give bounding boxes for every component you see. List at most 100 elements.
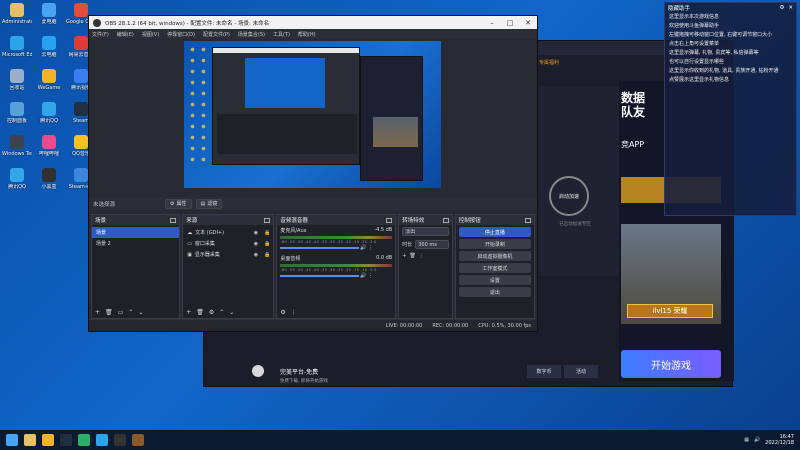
remove-icon[interactable]: 🗑: [196, 309, 204, 316]
menu-icon[interactable]: ⋮: [419, 253, 424, 259]
source-item[interactable]: ▭ 窗口采集 ◉ 🔒: [183, 238, 273, 249]
steam-icon[interactable]: [60, 434, 72, 446]
studio-mode-button[interactable]: 工作室模式: [458, 263, 531, 273]
maximize-icon[interactable]: □: [501, 19, 519, 27]
visibility-icon[interactable]: ◉: [254, 230, 258, 236]
menu-item[interactable]: 编辑(E): [117, 31, 134, 38]
settings-icon[interactable]: ⚙: [779, 5, 784, 11]
visibility-icon[interactable]: ◉: [254, 241, 258, 247]
popout-icon[interactable]: [442, 217, 449, 223]
close-icon[interactable]: ✕: [519, 19, 537, 27]
lock-icon[interactable]: 🔒: [264, 241, 270, 247]
start-game-button[interactable]: 开始游戏: [621, 350, 721, 378]
small-button[interactable]: 活动: [564, 365, 598, 378]
speed-button[interactable]: 启动加速: [549, 176, 589, 216]
menu-item[interactable]: 文件(F): [92, 31, 109, 38]
menu-item[interactable]: 配置文件(P): [203, 31, 230, 38]
desktop-icon-label: 回收站: [9, 85, 25, 91]
menu-item[interactable]: 视图(V): [142, 31, 159, 38]
wechat-icon[interactable]: [78, 434, 90, 446]
popout-icon[interactable]: [170, 217, 177, 223]
properties-button[interactable]: ⚙ 属性: [165, 198, 192, 209]
start-icon[interactable]: [6, 434, 18, 446]
up-icon[interactable]: ⌃: [128, 309, 133, 316]
menu-item[interactable]: 帮助(H): [298, 31, 316, 38]
obs-menubar: 文件(F) 编辑(E) 视图(V) 停靠窗口(D) 配置文件(P) 场景集合(S) 工具(T…: [89, 29, 537, 39]
up-icon[interactable]: ⌃: [219, 309, 224, 316]
down-icon[interactable]: ⌄: [138, 309, 143, 316]
gear-icon[interactable]: ⚙: [280, 309, 285, 316]
volume-slider[interactable]: [280, 275, 359, 277]
controls-dock-header: 控制按钮: [455, 215, 534, 225]
desktop-icon[interactable]: Microsoft Edge: [2, 36, 32, 58]
scene-item[interactable]: 场景 2: [92, 238, 179, 249]
popout-icon[interactable]: [386, 217, 393, 223]
exit-button[interactable]: 退出: [458, 287, 531, 297]
duration-input[interactable]: 300 ms: [415, 240, 449, 249]
speaker-icon[interactable]: 🔊: [360, 273, 366, 279]
clock[interactable]: 16:47 2022/12/18: [765, 434, 794, 446]
desktop-icon[interactable]: 此电脑: [34, 3, 64, 25]
add-icon[interactable]: +: [186, 309, 191, 316]
edge-icon[interactable]: [96, 434, 108, 446]
menu-icon[interactable]: ⋮: [291, 309, 297, 316]
wegame-icon[interactable]: [42, 434, 54, 446]
add-icon[interactable]: +: [402, 253, 406, 259]
transition-select[interactable]: 淡出: [402, 227, 449, 236]
menu-item[interactable]: 场景集合(S): [238, 31, 265, 38]
preview-launcher: [360, 56, 423, 181]
obs-icon[interactable]: [114, 434, 126, 446]
popout-icon[interactable]: [264, 217, 271, 223]
popout-icon[interactable]: [525, 217, 531, 223]
file-explorer-icon[interactable]: [24, 434, 36, 446]
settings-button[interactable]: 设置: [458, 275, 531, 285]
notification-message: 欢迎使用斗鱼弹幕助手: [669, 23, 720, 29]
game-promo-image[interactable]: ilvl15 荣耀: [621, 224, 721, 324]
desktop-icon[interactable]: WeGame: [34, 69, 64, 91]
gear-icon[interactable]: ⚙: [209, 309, 214, 316]
desktop-icon[interactable]: 云电脑: [34, 36, 64, 58]
minimize-icon[interactable]: –: [483, 19, 501, 27]
lock-icon[interactable]: 🔒: [264, 252, 270, 258]
menu-icon[interactable]: ⋮: [368, 273, 373, 279]
lock-icon[interactable]: 🔒: [264, 230, 270, 236]
source-item[interactable]: ☁ 文本 (GDI+) ◉ 🔒: [183, 227, 273, 238]
down-icon[interactable]: ⌄: [229, 309, 234, 316]
remove-icon[interactable]: 🗑: [409, 253, 415, 259]
visibility-icon[interactable]: ◉: [254, 252, 258, 258]
desktop-icon[interactable]: 小黑盒: [34, 168, 64, 190]
desktop-icon[interactable]: 哔哩哔哩: [34, 135, 64, 157]
game-icon[interactable]: [132, 434, 144, 446]
volume-icon[interactable]: 🔊: [754, 437, 760, 443]
config-icon[interactable]: ▭: [118, 309, 124, 316]
menu-item[interactable]: 工具(T): [273, 31, 290, 38]
desktop-icon[interactable]: 控制面板: [2, 102, 32, 124]
game-avatar: [252, 365, 264, 377]
desktop-icon-label: Windows Terminal: [2, 151, 32, 157]
scene-item[interactable]: 场景: [92, 227, 180, 238]
desktop-icon[interactable]: 回收站: [2, 69, 32, 91]
small-button[interactable]: 数字币: [527, 365, 561, 378]
menu-icon[interactable]: ⋮: [368, 245, 373, 251]
virtual-camera-button[interactable]: 启动虚拟摄像机: [458, 251, 531, 261]
desktop-icon[interactable]: 腾讯QQ: [34, 102, 64, 124]
stop-streaming-button[interactable]: 停止直播: [458, 227, 531, 237]
desktop-icon[interactable]: Administrator: [2, 3, 32, 25]
desktop-icon[interactable]: 腾讯QQ: [2, 168, 32, 190]
start-recording-button[interactable]: 开始录制: [458, 239, 531, 249]
menu-item[interactable]: 停靠窗口(D): [167, 31, 195, 38]
close-icon[interactable]: ✕: [788, 5, 793, 11]
app-icon: [42, 168, 56, 182]
source-item[interactable]: ▣ 显示器采集 ◉ 🔒: [183, 249, 273, 260]
add-icon[interactable]: +: [95, 309, 100, 316]
notification-message: 点赞展示这里显示礼物信息: [669, 77, 730, 83]
volume-slider[interactable]: [280, 247, 359, 249]
remove-icon[interactable]: 🗑: [105, 309, 113, 316]
desktop-icon-label: Administrator: [2, 19, 32, 25]
preview-canvas[interactable]: [184, 41, 441, 188]
desktop-icon[interactable]: Windows Terminal: [2, 135, 32, 157]
speaker-icon[interactable]: 🔊: [360, 245, 366, 251]
filters-button[interactable]: ▤ 滤镜: [195, 198, 223, 209]
network-icon[interactable]: ▦: [744, 437, 749, 443]
mixer-channel: 桌面音频 0.0 dB -60 -55 -50 -45 -40 -35 -30 …: [277, 253, 395, 281]
